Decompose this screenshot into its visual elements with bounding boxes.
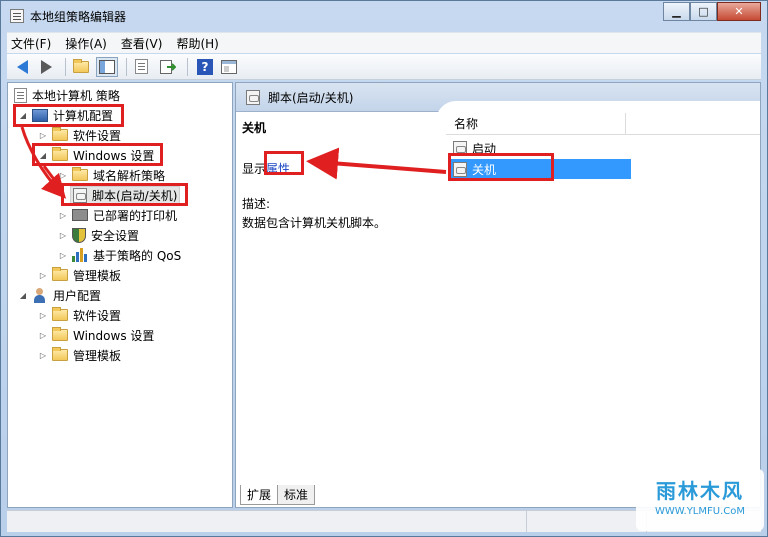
toolbar-divider — [65, 57, 66, 76]
extended-view-icon — [221, 59, 237, 74]
annotation-box-scripts — [61, 183, 188, 206]
annotation-box-shutdown — [448, 153, 554, 181]
forward-button[interactable] — [35, 57, 57, 77]
window-title: 本地组策略编辑器 — [30, 10, 127, 24]
tree-label: 管理模板 — [73, 268, 122, 283]
collapsed-triangle-icon[interactable]: ▷ — [58, 171, 68, 180]
tree-label: 本地计算机 策略 — [32, 88, 120, 103]
menu-action[interactable]: 操作(A) — [65, 35, 107, 52]
title-bar[interactable]: 本地组策略编辑器 ▁ □ ✕ — [1, 1, 767, 31]
menu-help[interactable]: 帮助(H) — [176, 35, 218, 52]
folder-icon — [52, 307, 68, 321]
group-policy-editor-window: 本地组策略编辑器 ▁ □ ✕ 文件(F) 操作(A) 查看(V) 帮助(H) ? — [0, 0, 768, 537]
tab-standard[interactable]: 标准 — [277, 485, 316, 505]
properties-button[interactable] — [133, 57, 155, 77]
toolbar: ? — [7, 54, 761, 80]
extended-view-button[interactable] — [218, 57, 240, 77]
collapsed-triangle-icon[interactable]: ▷ — [38, 351, 48, 360]
tree-item-admin-templates[interactable]: ▷ 管理模板 — [38, 266, 121, 284]
status-cell — [527, 511, 647, 532]
qos-chart-icon — [72, 248, 88, 262]
tree-item-user-config[interactable]: ◢ 用户配置 — [18, 286, 101, 304]
policy-doc-icon — [14, 87, 27, 103]
show-label: 显示 — [242, 162, 267, 176]
tree-item-user-windows-settings[interactable]: ▷ Windows 设置 — [38, 326, 154, 344]
column-header-name[interactable]: 名称 — [446, 113, 626, 134]
printer-icon — [72, 209, 88, 221]
collapsed-triangle-icon[interactable]: ▷ — [58, 211, 68, 220]
user-icon — [32, 287, 48, 303]
view-tabs: 扩展 标准 — [240, 485, 316, 505]
toolbar-divider — [187, 57, 188, 76]
policy-editor-icon — [10, 9, 24, 23]
folder-icon — [52, 347, 68, 361]
maximize-button[interactable]: □ — [690, 2, 717, 21]
up-level-button[interactable] — [72, 57, 94, 77]
tree-item-user-admin-templates[interactable]: ▷ 管理模板 — [38, 346, 121, 364]
annotation-box-properties — [264, 151, 304, 175]
export-list-button[interactable] — [157, 57, 179, 77]
export-list-icon — [160, 59, 176, 74]
folder-icon — [72, 167, 88, 181]
tree-label: 软件设置 — [73, 308, 122, 323]
script-icon — [246, 89, 260, 105]
tree-label: 已部署的打印机 — [93, 208, 178, 223]
folder-icon — [52, 267, 68, 281]
help-icon: ? — [197, 58, 213, 75]
tree-label: 用户配置 — [53, 288, 102, 303]
collapsed-triangle-icon[interactable]: ▷ — [38, 131, 48, 140]
tree-item-qos[interactable]: ▷ 基于策略的 QoS — [58, 246, 181, 264]
menu-file[interactable]: 文件(F) — [11, 35, 51, 52]
expanded-triangle-icon[interactable]: ◢ — [18, 291, 28, 300]
section-title: 关机 — [242, 121, 267, 135]
folder-icon — [52, 327, 68, 341]
show-hide-tree-button[interactable] — [96, 56, 118, 77]
tree-label: Windows 设置 — [73, 328, 155, 343]
tree-item-software-settings[interactable]: ▷ 软件设置 — [38, 126, 121, 144]
up-folder-icon — [72, 58, 89, 73]
help-button[interactable]: ? — [194, 57, 216, 77]
description-label: 描述: — [242, 197, 271, 211]
forward-arrow-icon — [40, 59, 52, 74]
tree-label: 域名解析策略 — [93, 168, 166, 183]
collapsed-triangle-icon[interactable]: ▷ — [58, 251, 68, 260]
watermark-logo: 雨林木风 WWW.YLMFU.CoM — [636, 469, 764, 531]
collapsed-triangle-icon[interactable]: ▷ — [38, 271, 48, 280]
status-cell — [7, 511, 527, 532]
properties-icon — [135, 59, 148, 74]
description-text: 数据包含计算机关机脚本。 — [242, 216, 387, 230]
tree-item-root[interactable]: 本地计算机 策略 — [14, 86, 120, 104]
tab-extended[interactable]: 扩展 — [240, 485, 279, 505]
collapsed-triangle-icon[interactable]: ▷ — [38, 331, 48, 340]
back-arrow-icon — [16, 59, 28, 74]
tree-label: 管理模板 — [73, 348, 122, 363]
list-header: 名称 — [446, 113, 760, 135]
show-hide-tree-icon — [99, 59, 115, 74]
minimize-button[interactable]: ▁ — [663, 2, 690, 21]
extended-details: 关机 显示属性 描述: 数据包含计算机关机脚本。 — [242, 119, 442, 231]
tree-item-deployed-printers[interactable]: ▷ 已部署的打印机 — [58, 206, 177, 224]
details-header-title: 脚本(启动/关机) — [268, 90, 354, 105]
close-button[interactable]: ✕ — [717, 2, 761, 21]
tree-label: 软件设置 — [73, 128, 122, 143]
menu-view[interactable]: 查看(V) — [121, 35, 163, 52]
watermark-title: 雨林木风 — [656, 479, 744, 503]
collapsed-triangle-icon[interactable]: ▷ — [38, 311, 48, 320]
caption-buttons: ▁ □ ✕ — [663, 2, 761, 21]
tree-item-dns-policy[interactable]: ▷ 域名解析策略 — [58, 166, 165, 184]
tree-item-security-settings[interactable]: ▷ 安全设置 — [58, 226, 139, 244]
collapsed-triangle-icon[interactable]: ▷ — [58, 231, 68, 240]
back-button[interactable] — [11, 57, 33, 77]
annotation-box-computer-config — [13, 104, 124, 127]
menu-bar: 文件(F) 操作(A) 查看(V) 帮助(H) — [7, 32, 761, 53]
security-shield-icon — [72, 227, 86, 243]
tree-item-user-software-settings[interactable]: ▷ 软件设置 — [38, 306, 121, 324]
annotation-box-windows-settings — [32, 143, 163, 166]
folder-icon — [52, 127, 68, 141]
watermark-url: WWW.YLMFU.CoM — [655, 506, 745, 517]
tree-label: 基于策略的 QoS — [93, 248, 182, 263]
details-pane: 脚本(启动/关机) 关机 显示属性 描述: 数据包含计算机关机脚本。 名称 启动… — [235, 82, 761, 508]
tree-label: 安全设置 — [91, 228, 140, 243]
toolbar-divider — [126, 57, 127, 76]
